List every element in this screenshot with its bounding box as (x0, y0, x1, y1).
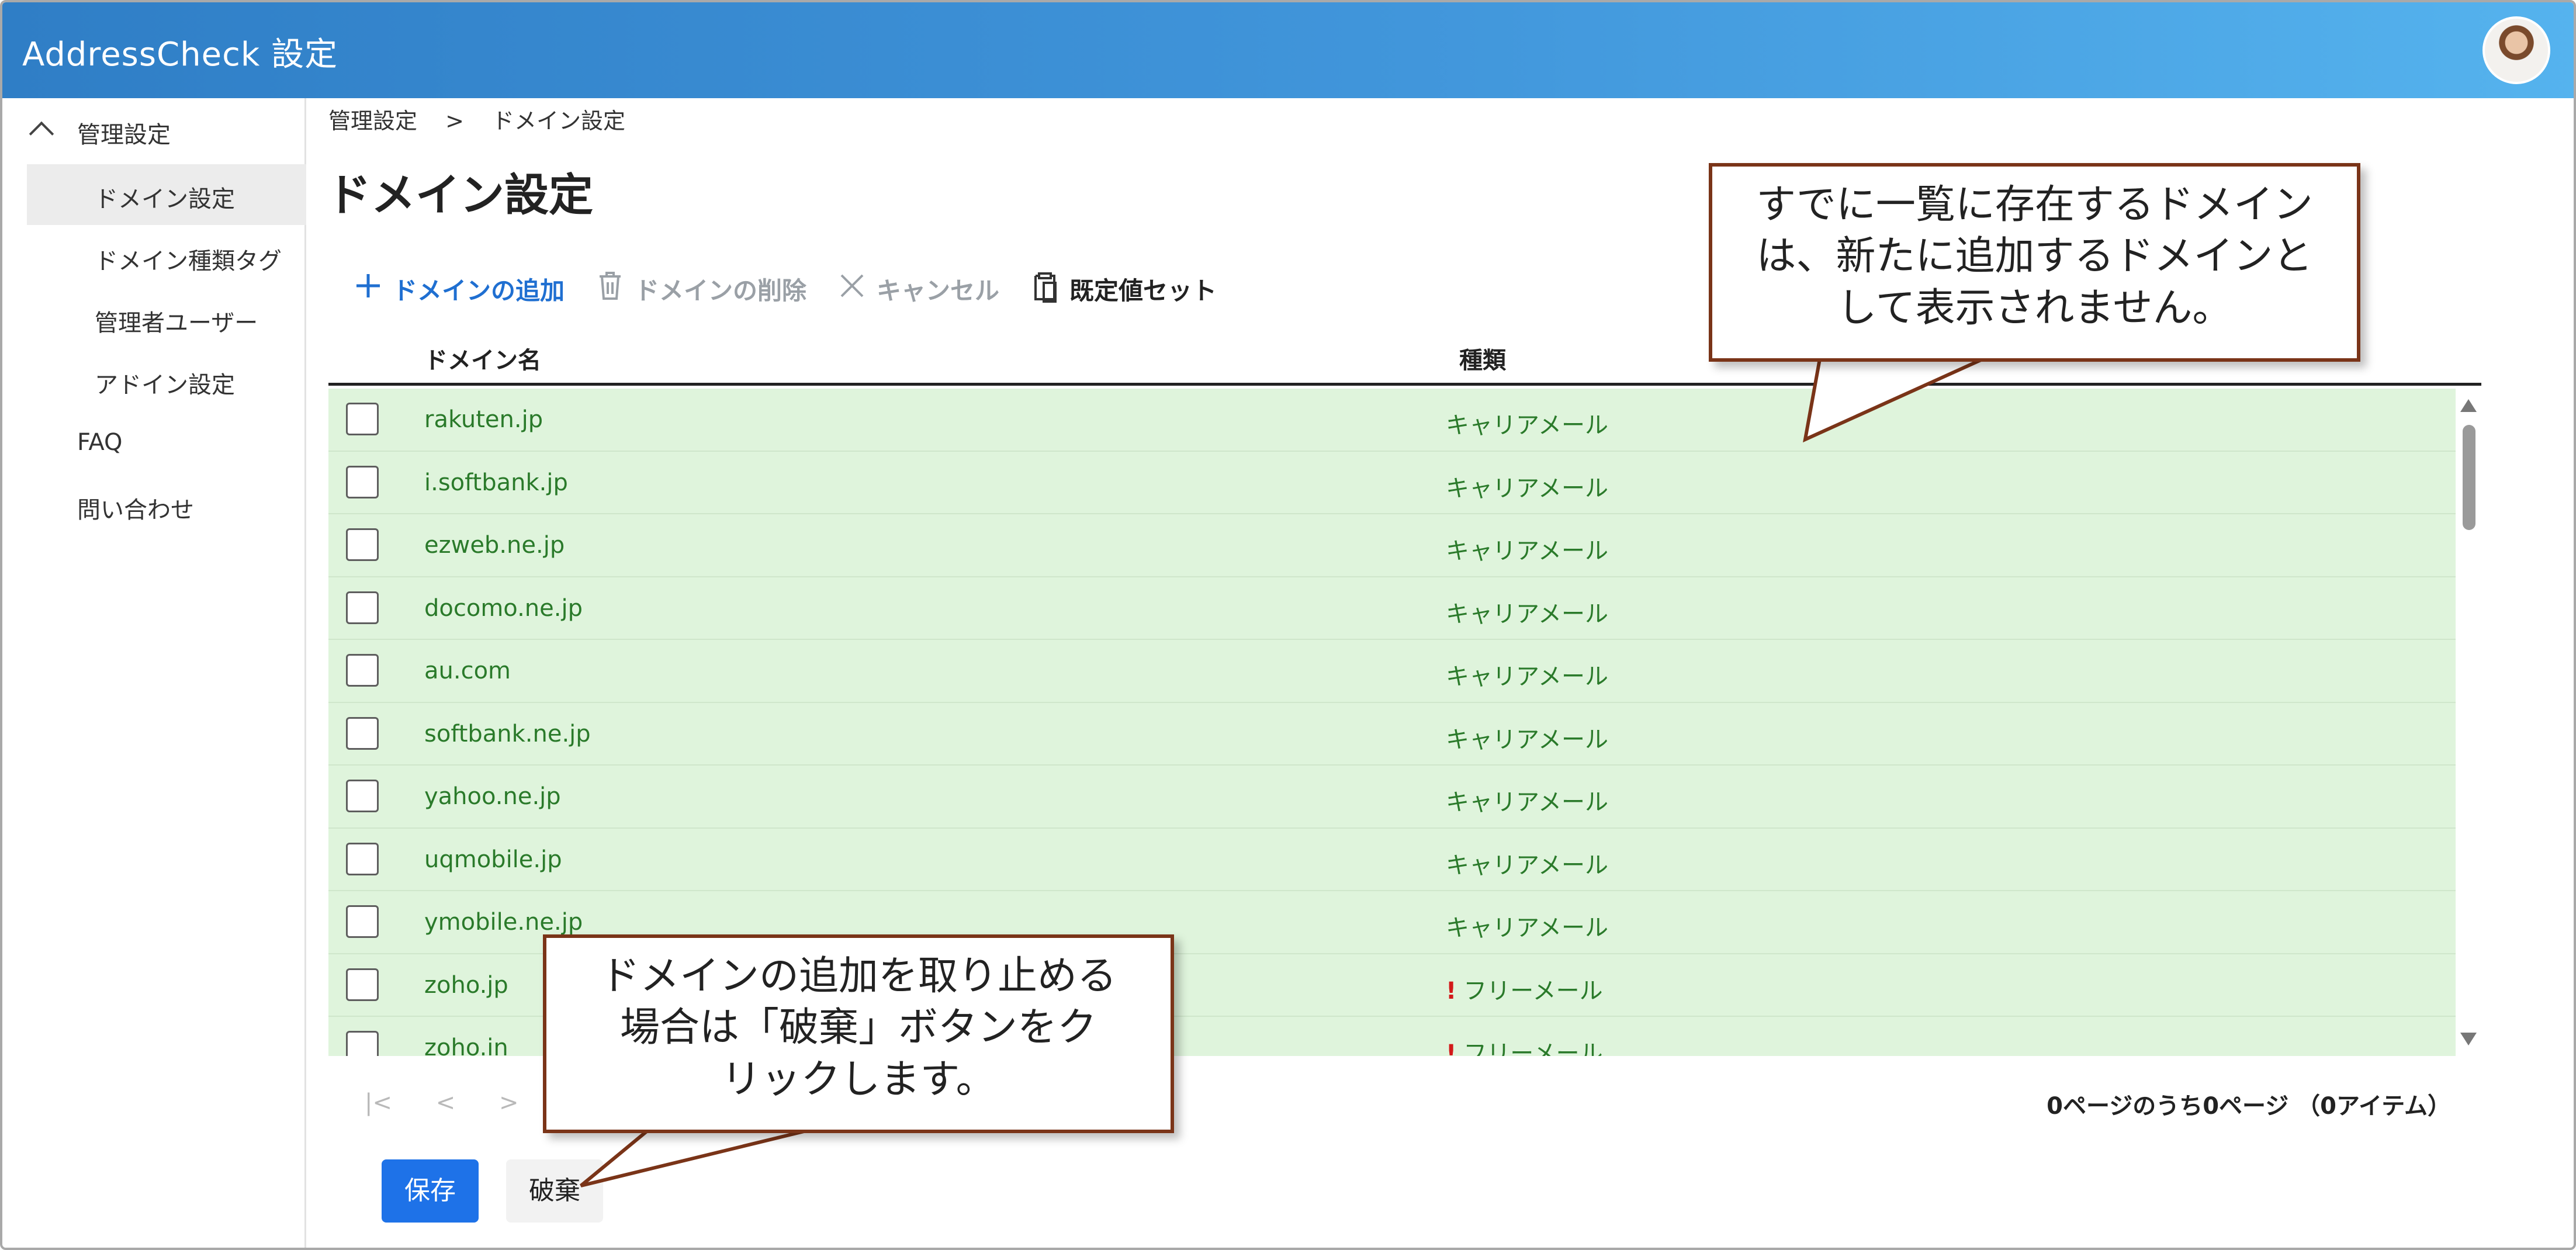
callout-line: 場合は「破棄」ボタンをク (619, 1005, 1097, 1051)
callout-existing-domains: すでに一覧に存在するドメイン は、新たに追加するドメインと して表示されません。 (1709, 163, 2360, 362)
app-window: AddressCheck 設定 管理設定 ドメイン設定 ドメイン種類タグ 管理者… (0, 0, 2576, 1250)
callout-discard-hint: ドメインの追加を取り止める 場合は「破棄」ボタンをク リックします。 (543, 934, 1174, 1133)
callout-line: リックします。 (721, 1056, 996, 1103)
callout-line: して表示されません。 (1837, 285, 2232, 331)
callout-line: すでに一覧に存在するドメイン (1756, 182, 2313, 228)
callout-line: は、新たに追加するドメインと (1756, 233, 2313, 280)
callout-line: ドメインの追加を取り止める (600, 953, 1117, 999)
